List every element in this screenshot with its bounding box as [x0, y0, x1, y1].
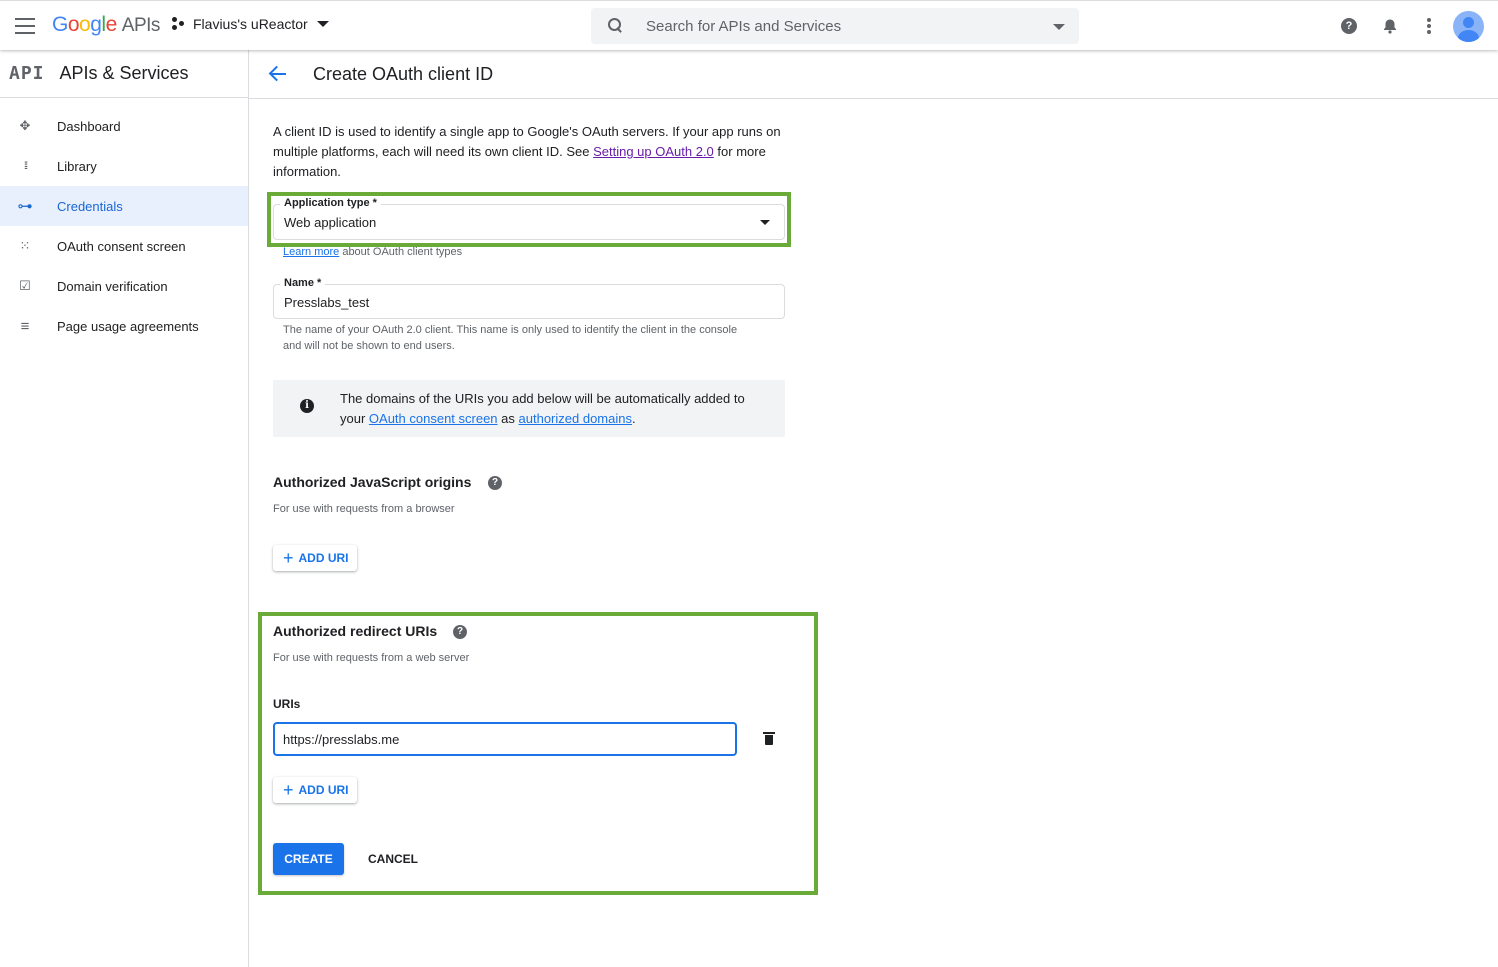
info-icon: i	[300, 399, 314, 413]
create-button[interactable]: CREATE	[273, 843, 344, 875]
bell-icon[interactable]	[1382, 18, 1398, 34]
oauth-consent-screen-link[interactable]: OAuth consent screen	[369, 411, 498, 426]
project-name: Flavius's uReactor	[193, 16, 308, 32]
redirect-uris-help-icon[interactable]: ?	[453, 625, 467, 639]
main-content: Create OAuth client ID A client ID is us…	[249, 50, 1498, 967]
js-origins-subtitle: For use with requests from a browser	[273, 503, 455, 515]
settings-list-icon: ≡	[20, 317, 30, 335]
sidebar-header: API APIs & Services	[0, 50, 248, 98]
delete-uri-icon[interactable]	[763, 732, 775, 745]
project-dots-icon	[172, 17, 186, 31]
authorized-domains-link[interactable]: authorized domains	[519, 411, 632, 426]
sidebar-item-library[interactable]: ⁞⁞⁞ Library	[0, 146, 248, 186]
uris-label: URIs	[273, 697, 301, 711]
redirect-uri-input[interactable]	[273, 722, 737, 756]
application-type-select[interactable]: Application type * Web application	[273, 197, 785, 240]
checkbox-icon: ☑	[19, 278, 31, 293]
chevron-down-icon	[316, 21, 329, 27]
search-dropdown-icon[interactable]	[1053, 24, 1065, 30]
more-vert-icon[interactable]	[1421, 18, 1437, 34]
api-logo-icon: API	[9, 63, 45, 84]
project-selector[interactable]: Flavius's uReactor	[172, 16, 329, 32]
domains-info-box: i The domains of the URIs you add below …	[273, 380, 785, 437]
js-origins-title: Authorized JavaScript origins	[273, 474, 472, 490]
sidebar-title: APIs & Services	[59, 63, 189, 83]
js-origins-help-icon[interactable]: ?	[488, 476, 502, 490]
intro-block: A client ID is used to identify a single…	[273, 122, 785, 182]
add-js-origin-button[interactable]: + ADD URI	[273, 545, 357, 571]
learn-more-link[interactable]: Learn more	[283, 246, 339, 258]
name-field[interactable]: Name * Presslabs_test	[273, 277, 785, 319]
cancel-button[interactable]: CANCEL	[368, 843, 418, 875]
sidebar-nav: ✥ Dashboard ⁞⁞⁞ Library ⊶ Credentials ⁙ OAut…	[0, 98, 248, 346]
library-icon: ⁞⁞⁞	[23, 160, 28, 172]
plus-icon: +	[283, 548, 294, 568]
sidebar-item-page-usage[interactable]: ≡ Page usage agreements	[0, 306, 248, 346]
sidebar-item-dashboard[interactable]: ✥ Dashboard	[0, 106, 248, 146]
sidebar-item-credentials[interactable]: ⊶ Credentials	[0, 186, 248, 226]
search-icon	[608, 18, 624, 34]
back-arrow-icon[interactable]	[268, 64, 288, 84]
plus-icon: +	[283, 780, 294, 800]
sidebar-item-domain-verification[interactable]: ☑ Domain verification	[0, 266, 248, 306]
dashboard-icon: ✥	[19, 118, 31, 133]
intro-text: A client ID is used to identify a single…	[273, 124, 781, 179]
help-icon[interactable]: ?	[1341, 18, 1357, 34]
domains-info-text: The domains of the URIs you add below wi…	[340, 391, 745, 426]
name-hint: The name of your OAuth 2.0 client. This …	[283, 324, 738, 352]
application-type-value: Web application	[284, 215, 377, 230]
search-bar[interactable]	[591, 8, 1079, 44]
redirect-uris-title: Authorized redirect URIs	[273, 623, 438, 639]
sidebar-item-oauth-consent[interactable]: ⁙ OAuth consent screen	[0, 226, 248, 266]
google-apis-logo[interactable]: Google APIs	[52, 13, 160, 37]
application-type-label: Application type *	[280, 197, 381, 209]
key-icon: ⊶	[17, 198, 33, 215]
redirect-uris-subtitle: For use with requests from a web server	[273, 652, 470, 664]
search-input[interactable]	[646, 17, 1026, 35]
top-bar: GoogleAPIs Flavius's uReactor ?	[0, 0, 1498, 50]
dropdown-arrow-icon	[760, 220, 770, 225]
sidebar: API APIs & Services ✥ Dashboard ⁞⁞⁞ Librar…	[0, 50, 249, 967]
name-label: Name *	[280, 277, 326, 289]
name-input-value: Presslabs_test	[284, 295, 370, 310]
menu-icon[interactable]	[15, 18, 35, 34]
page-header: Create OAuth client ID	[249, 50, 1498, 99]
avatar[interactable]	[1453, 11, 1484, 42]
consent-icon: ⁙	[19, 238, 31, 253]
setting-up-oauth-link[interactable]: Setting up OAuth 2.0	[593, 144, 714, 159]
learn-more-hint: Learn more about OAuth client types	[283, 246, 463, 258]
page-title: Create OAuth client ID	[313, 63, 494, 84]
add-redirect-uri-button[interactable]: + ADD URI	[273, 777, 357, 803]
